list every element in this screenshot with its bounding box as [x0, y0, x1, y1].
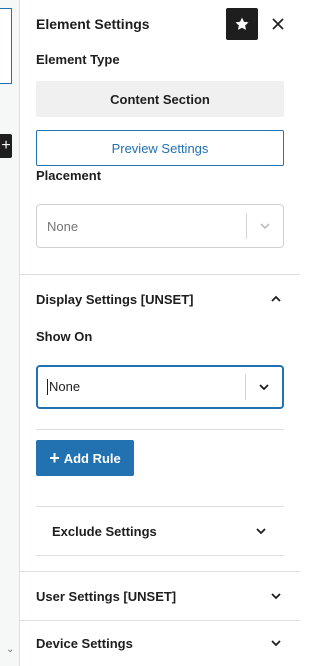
editor-canvas-edge: + ⌄	[0, 0, 20, 666]
add-rule-button[interactable]: + Add Rule	[36, 440, 134, 476]
panel-header: Element Settings	[20, 0, 300, 48]
placement-label: Placement	[36, 168, 102, 183]
add-rule-label: Add Rule	[63, 450, 121, 466]
text-caret	[47, 379, 48, 396]
user-settings-title: User Settings [UNSET]	[36, 588, 177, 604]
panel-title: Element Settings	[36, 16, 150, 32]
show-on-select-value: None	[49, 378, 81, 394]
plus-icon: +	[49, 448, 60, 468]
user-settings-toggle[interactable]: User Settings [UNSET]	[20, 571, 300, 621]
show-on-label: Show On	[36, 329, 93, 344]
exclude-settings-title: Exclude Settings	[52, 523, 157, 539]
placement-dropdown-toggle[interactable]	[247, 219, 283, 233]
chevron-up-icon	[271, 295, 281, 302]
close-button[interactable]	[264, 8, 292, 40]
show-on-dropdown-toggle[interactable]	[246, 380, 282, 394]
selected-block-edge[interactable]	[0, 8, 12, 84]
rule-divider	[36, 429, 284, 430]
display-settings-title: Display Settings [UNSET]	[36, 291, 194, 307]
placement-select-value: None	[47, 218, 79, 234]
chevron-down-icon	[259, 384, 269, 391]
element-settings-panel: Element Settings Element Type Content Se…	[20, 0, 300, 666]
chevron-down-icon	[260, 223, 270, 230]
element-type-label: Element Type	[36, 52, 120, 67]
nested-divider-bottom	[36, 555, 284, 556]
chevron-down-icon	[256, 528, 266, 535]
block-inserter-plus-icon[interactable]: +	[0, 134, 12, 158]
chevron-down-icon	[271, 593, 281, 600]
star-icon	[235, 17, 249, 30]
canvas-chevron-down-icon: ⌄	[6, 644, 15, 655]
element-type-value: Content Section	[36, 81, 284, 117]
close-icon	[272, 18, 284, 30]
favorite-button[interactable]	[226, 8, 258, 40]
show-on-select[interactable]: None	[36, 365, 284, 409]
exclude-settings-toggle[interactable]: Exclude Settings	[36, 507, 284, 555]
preview-settings-button[interactable]: Preview Settings	[36, 130, 284, 166]
display-settings-toggle[interactable]: Display Settings [UNSET]	[20, 274, 300, 324]
placement-select[interactable]: None	[36, 204, 284, 248]
chevron-down-icon	[271, 640, 281, 647]
device-settings-toggle[interactable]: Device Settings	[20, 620, 300, 666]
device-settings-title: Device Settings	[36, 635, 133, 651]
